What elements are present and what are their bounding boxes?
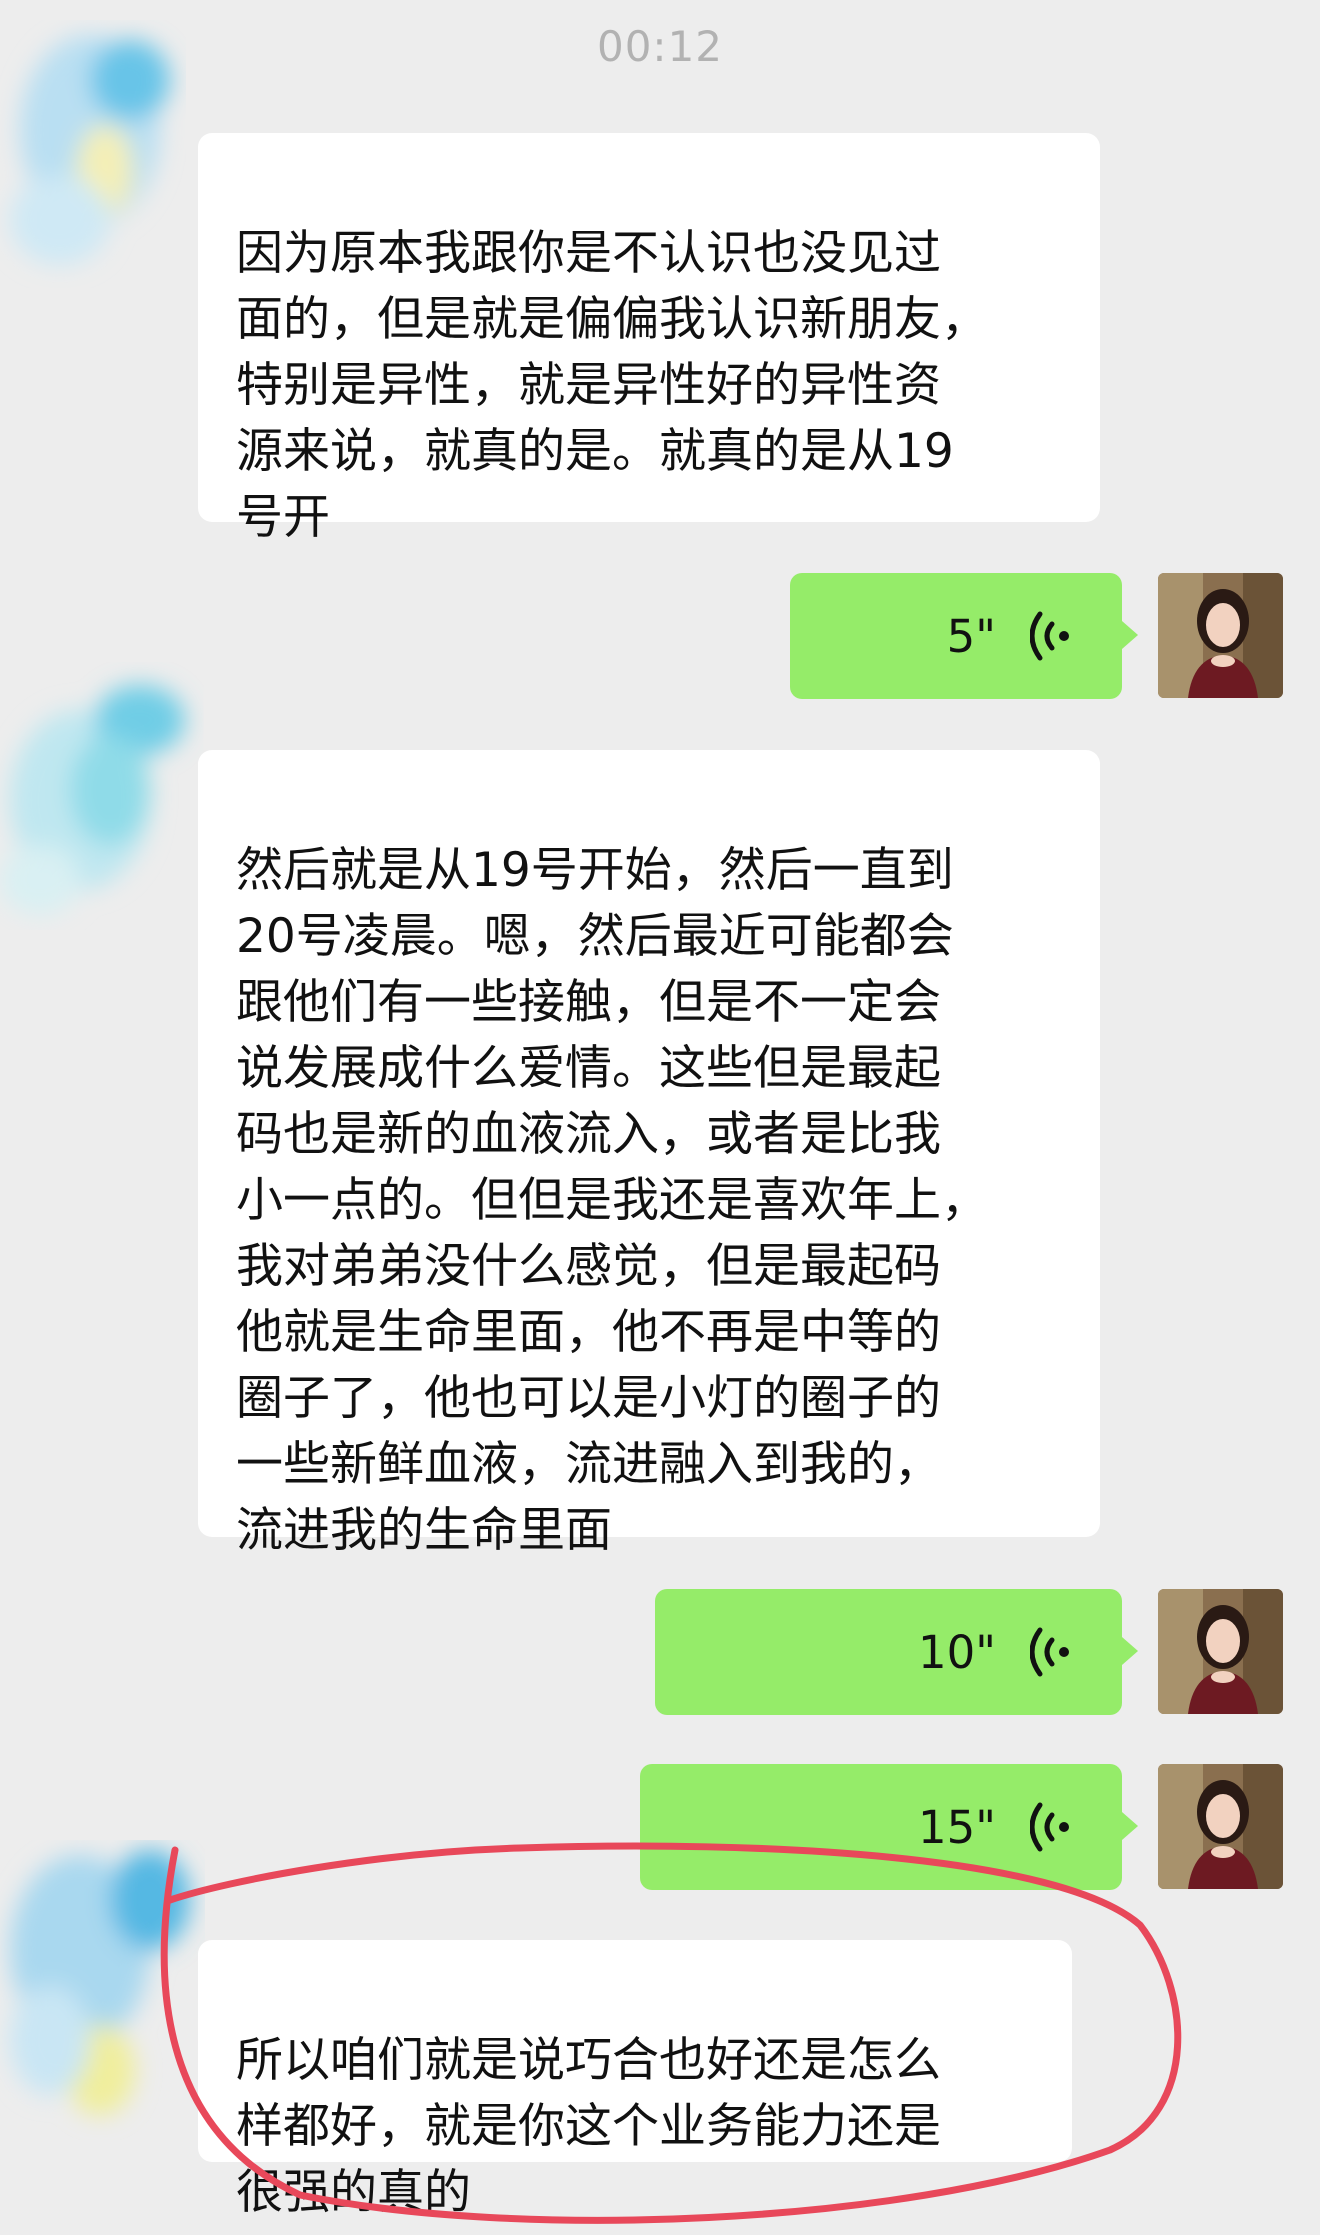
voice-duration: 10" — [918, 1625, 996, 1679]
incoming-text-message[interactable]: 因为原本我跟你是不认识也没见过 面的，但是就是偏偏我认识新朋友， 特别是异性，就… — [198, 133, 1100, 545]
message-text: 所以咱们就是说巧合也好还是怎么 样都好，就是你这个业务能力还是 很强的真的 — [236, 2033, 941, 2220]
message-text: 因为原本我跟你是不认识也没见过 面的，但是就是偏偏我认识新朋友， 特别是异性，就… — [236, 226, 988, 545]
my-avatar[interactable] — [1158, 573, 1283, 698]
my-avatar[interactable] — [1158, 1764, 1283, 1889]
outgoing-voice-message[interactable]: 5" — [790, 573, 1138, 699]
message-text: 然后就是从19号开始，然后一直到 20号凌晨。嗯，然后最近可能都会 跟他们有一些… — [236, 843, 988, 1558]
incoming-text-message[interactable]: 所以咱们就是说巧合也好还是怎么 样都好，就是你这个业务能力还是 很强的真的 — [198, 1940, 1072, 2220]
contact-avatar[interactable] — [0, 660, 205, 930]
voice-wave-icon — [1030, 1627, 1069, 1677]
voice-duration: 5" — [946, 609, 996, 663]
contact-avatar[interactable] — [0, 1840, 205, 2140]
voice-duration: 15" — [918, 1800, 996, 1854]
outgoing-voice-message[interactable]: 15" — [640, 1764, 1138, 1890]
voice-wave-icon — [1030, 1802, 1069, 1852]
contact-avatar[interactable] — [0, 20, 205, 290]
incoming-text-message[interactable]: 然后就是从19号开始，然后一直到 20号凌晨。嗯，然后最近可能都会 跟他们有一些… — [198, 750, 1100, 1558]
outgoing-voice-message[interactable]: 10" — [655, 1589, 1138, 1715]
my-avatar[interactable] — [1158, 1589, 1283, 1714]
voice-wave-icon — [1030, 611, 1069, 661]
